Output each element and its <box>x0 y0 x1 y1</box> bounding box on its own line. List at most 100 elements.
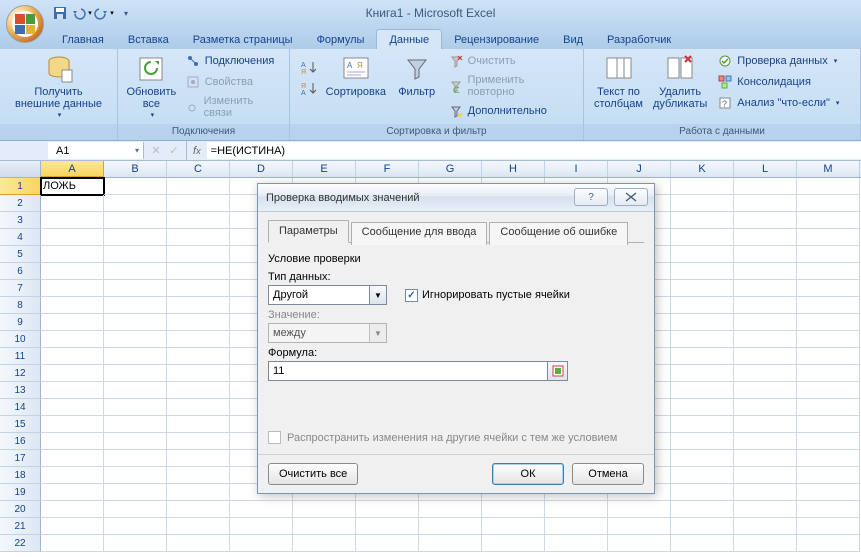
cell[interactable] <box>104 501 167 518</box>
cell[interactable] <box>734 178 797 195</box>
sort-desc-button[interactable]: ЯА <box>296 78 320 98</box>
cell[interactable] <box>104 331 167 348</box>
qat-customize-icon[interactable]: ▾ <box>116 3 136 23</box>
cell[interactable] <box>671 229 734 246</box>
cell[interactable] <box>104 178 167 195</box>
cell[interactable] <box>104 280 167 297</box>
col-header[interactable]: D <box>230 161 293 177</box>
cell[interactable] <box>104 484 167 501</box>
cell[interactable] <box>41 382 104 399</box>
clear-all-button[interactable]: Очистить все <box>268 463 358 485</box>
chevron-down-icon[interactable]: ▼ <box>369 286 386 304</box>
cell[interactable] <box>167 382 230 399</box>
cell[interactable] <box>41 212 104 229</box>
row-header[interactable]: 16 <box>0 433 41 450</box>
cell[interactable] <box>608 501 671 518</box>
cell[interactable] <box>797 501 860 518</box>
cell[interactable] <box>419 535 482 552</box>
cell[interactable] <box>104 518 167 535</box>
cell[interactable] <box>482 535 545 552</box>
cell[interactable] <box>671 195 734 212</box>
cell[interactable] <box>41 535 104 552</box>
cell[interactable] <box>104 467 167 484</box>
cell[interactable] <box>671 348 734 365</box>
save-icon[interactable] <box>50 3 70 23</box>
cell[interactable] <box>356 501 419 518</box>
row-header[interactable]: 20 <box>0 501 41 518</box>
cell[interactable] <box>545 535 608 552</box>
consolidate-button[interactable]: Консолидация <box>713 72 843 92</box>
col-header[interactable]: K <box>671 161 734 177</box>
cell[interactable] <box>797 365 860 382</box>
row-header[interactable]: 18 <box>0 467 41 484</box>
cell[interactable] <box>293 535 356 552</box>
cell[interactable] <box>482 501 545 518</box>
cell[interactable] <box>797 195 860 212</box>
cell[interactable] <box>41 246 104 263</box>
cell[interactable] <box>104 382 167 399</box>
row-header[interactable]: 11 <box>0 348 41 365</box>
cell[interactable] <box>104 416 167 433</box>
cell[interactable] <box>671 212 734 229</box>
cell[interactable] <box>734 535 797 552</box>
fx-icon[interactable]: fx <box>186 141 207 160</box>
cell[interactable] <box>797 229 860 246</box>
tab-review[interactable]: Рецензирование <box>442 30 551 49</box>
cell[interactable] <box>797 314 860 331</box>
row-header[interactable]: 15 <box>0 416 41 433</box>
cell[interactable] <box>671 331 734 348</box>
cell[interactable] <box>167 518 230 535</box>
cell[interactable] <box>797 433 860 450</box>
cell[interactable] <box>41 229 104 246</box>
cell[interactable] <box>734 195 797 212</box>
cell[interactable] <box>734 246 797 263</box>
cell[interactable] <box>167 467 230 484</box>
cell[interactable] <box>797 467 860 484</box>
formula-input[interactable] <box>207 142 861 159</box>
tab-page-layout[interactable]: Разметка страницы <box>181 30 305 49</box>
cell[interactable] <box>104 365 167 382</box>
cell[interactable] <box>734 348 797 365</box>
cell[interactable] <box>41 263 104 280</box>
cell[interactable] <box>41 195 104 212</box>
col-header[interactable]: M <box>797 161 860 177</box>
cell[interactable] <box>167 212 230 229</box>
col-header[interactable]: G <box>419 161 482 177</box>
cell[interactable] <box>41 297 104 314</box>
properties-button[interactable]: Свойства <box>181 72 283 92</box>
cell[interactable] <box>230 518 293 535</box>
cell[interactable] <box>734 331 797 348</box>
cell[interactable] <box>734 365 797 382</box>
row-header[interactable]: 5 <box>0 246 41 263</box>
col-header[interactable]: E <box>293 161 356 177</box>
cell[interactable] <box>41 331 104 348</box>
get-external-data-button[interactable]: Получить внешние данные▾ <box>11 51 106 121</box>
tab-data[interactable]: Данные <box>376 29 442 49</box>
cell[interactable] <box>734 416 797 433</box>
row-header[interactable]: 13 <box>0 382 41 399</box>
cell[interactable] <box>167 229 230 246</box>
cell[interactable] <box>671 382 734 399</box>
select-all-corner[interactable] <box>0 161 41 177</box>
tab-view[interactable]: Вид <box>551 30 595 49</box>
cell[interactable] <box>41 348 104 365</box>
cell[interactable] <box>671 178 734 195</box>
formula-field[interactable] <box>268 361 568 381</box>
cell[interactable] <box>104 314 167 331</box>
cell[interactable] <box>104 263 167 280</box>
tab-home[interactable]: Главная <box>50 30 116 49</box>
sort-button[interactable]: АЯ Сортировка <box>322 51 390 100</box>
cell[interactable] <box>41 365 104 382</box>
dialog-titlebar[interactable]: Проверка вводимых значений ? <box>258 184 654 212</box>
cell[interactable] <box>797 297 860 314</box>
cell[interactable] <box>671 297 734 314</box>
col-header[interactable]: L <box>734 161 797 177</box>
tab-developer[interactable]: Разработчик <box>595 30 683 49</box>
cell[interactable] <box>167 297 230 314</box>
col-header[interactable]: I <box>545 161 608 177</box>
cell[interactable] <box>734 501 797 518</box>
col-header[interactable]: F <box>356 161 419 177</box>
col-header[interactable]: B <box>104 161 167 177</box>
row-header[interactable]: 4 <box>0 229 41 246</box>
cell[interactable] <box>797 518 860 535</box>
